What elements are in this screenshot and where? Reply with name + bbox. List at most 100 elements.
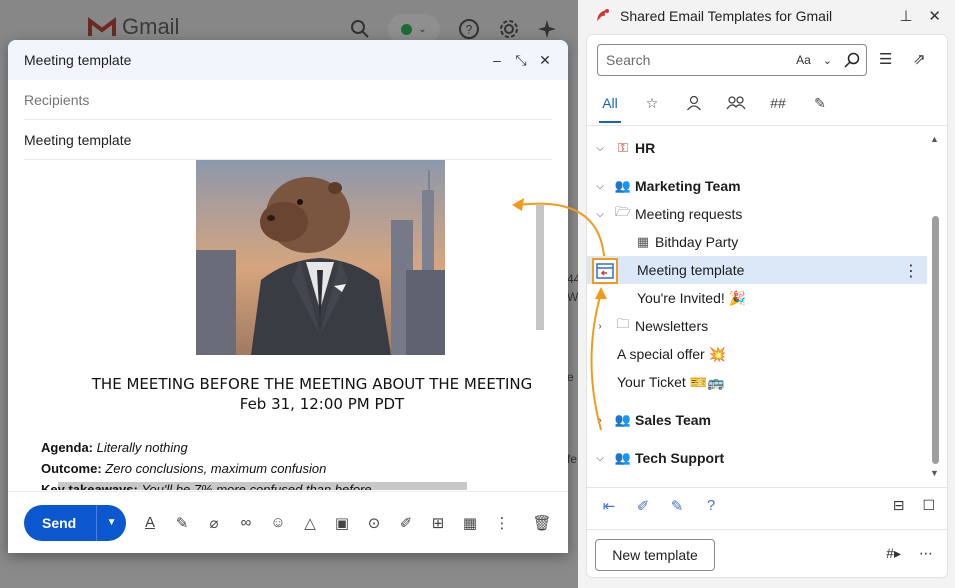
more-options-icon[interactable]: ⋮ — [903, 261, 919, 281]
more-options-icon[interactable]: ⋯ — [919, 545, 933, 562]
minimize-icon[interactable]: – — [490, 52, 504, 68]
extension-logo-icon — [597, 9, 609, 21]
exit-fullscreen-icon[interactable]: ⤡ — [514, 52, 528, 69]
templates-card: Aa ⌄ ☰ ⇗ All ☆ ## ✎ ⌵ ⚿ HR ⌵ — [586, 34, 948, 578]
split-view-icon[interactable]: ⊟ — [893, 497, 905, 514]
agenda-value: Literally nothing — [96, 440, 188, 455]
single-view-icon[interactable]: ☐ — [922, 497, 935, 514]
tree-folder-hr[interactable]: ⌵ ⚿ HR — [587, 134, 927, 162]
emoji-icon[interactable]: ☺ — [268, 513, 288, 533]
takeaways-line: Key takeaways: You'll be 7% more confuse… — [41, 482, 467, 490]
group-icon: 👥 — [614, 412, 632, 427]
tree-folder-meeting-requests[interactable]: ⌵ 🗁 Meeting requests — [587, 200, 927, 228]
chevron-down-icon[interactable]: ⌵ — [593, 453, 607, 464]
gmail-logo[interactable]: Gmail — [88, 14, 179, 40]
discard-icon[interactable]: 🗑 — [532, 513, 552, 533]
chevron-right-icon[interactable]: › — [593, 321, 607, 332]
match-case-toggle[interactable]: Aa — [796, 53, 811, 67]
tree-item-label: A special offer 💥 — [617, 345, 727, 362]
drive-icon[interactable]: △ — [300, 513, 320, 533]
divider — [587, 125, 947, 126]
chevron-down-icon[interactable]: ⌵ — [593, 143, 607, 154]
hashtag-icon[interactable]: ## — [767, 89, 789, 117]
photo-icon[interactable]: ▣ — [332, 513, 352, 533]
panel-header: Shared Email Templates for Gmail ⊥ ✕ — [578, 0, 955, 32]
tree-item-label: You're Invited! 🎉 — [637, 289, 747, 306]
close-icon[interactable]: ✕ — [538, 52, 552, 69]
drag-insert-icon[interactable] — [592, 258, 618, 284]
lock-clock-icon[interactable]: ⊙ — [364, 513, 384, 533]
compose-header[interactable]: Meeting template – ⤡ ✕ — [8, 40, 568, 80]
group-icon[interactable] — [725, 89, 747, 117]
edit-icon[interactable]: ✎ — [809, 89, 831, 117]
attach-icon[interactable]: ⌀ — [204, 513, 224, 533]
chevron-right-icon[interactable]: › — [593, 415, 607, 426]
gear-icon[interactable] — [498, 18, 520, 40]
tree-item-label: Sales Team — [635, 412, 712, 428]
tree-folder-newsletters[interactable]: › 🗀 Newsletters — [587, 312, 927, 340]
background-text-fragment: fe — [567, 452, 578, 466]
open-external-icon[interactable]: ⇗ — [913, 50, 926, 68]
search-icon[interactable] — [844, 52, 860, 68]
background-text-fragment: W — [567, 290, 579, 304]
scroll-up-icon[interactable]: ▲ — [930, 134, 939, 144]
help-icon[interactable]: ? — [703, 497, 719, 515]
signature-icon[interactable]: ✐ — [396, 513, 416, 533]
tree-template-your-ticket[interactable]: Your Ticket 🎫🚌 — [587, 368, 927, 396]
body-scrollbar[interactable] — [536, 205, 544, 330]
compose-title: Meeting template — [24, 52, 132, 68]
svg-text:?: ? — [466, 23, 473, 37]
close-icon[interactable]: ✕ — [928, 7, 941, 25]
scroll-down-icon[interactable]: ▼ — [930, 468, 939, 478]
send-button[interactable]: Send ▼ — [24, 504, 126, 541]
tree-item-label: Meeting template — [637, 262, 745, 278]
person-icon[interactable] — [683, 89, 705, 117]
tree-folder-marketing-team[interactable]: ⌵ 👥 Marketing Team — [587, 172, 927, 200]
tab-all[interactable]: All — [599, 89, 621, 123]
pin-icon[interactable]: ⊥ — [899, 7, 912, 25]
search-icon[interactable] — [350, 19, 370, 39]
checklist-icon[interactable]: ☰ — [879, 50, 892, 68]
tree-item-label: Bithday Party — [655, 234, 739, 250]
link-icon[interactable]: ∞ — [236, 513, 256, 533]
calendar-icon[interactable]: ▦ — [460, 513, 480, 533]
star-icon[interactable]: ☆ — [641, 89, 663, 117]
chevron-down-icon[interactable]: ⌄ — [823, 54, 832, 67]
tree-template-youre-invited[interactable]: You're Invited! 🎉 — [587, 284, 927, 312]
chevron-down-icon[interactable]: ⌵ — [593, 209, 607, 220]
tree-template-special-offer[interactable]: A special offer 💥 — [587, 340, 927, 368]
recipients-field[interactable]: Recipients — [24, 80, 552, 120]
more-options-icon[interactable]: ⋮ — [492, 513, 512, 533]
tree-folder-sales-team[interactable]: › 👥 Sales Team — [587, 406, 927, 434]
subject-field[interactable]: Meeting template — [24, 120, 552, 160]
meeting-date: Feb 31, 12:00 PM PDT — [239, 395, 405, 413]
compose-window: Meeting template – ⤡ ✕ Recipients Meetin… — [8, 40, 568, 553]
sparkle-icon[interactable] — [538, 20, 556, 38]
message-body[interactable]: THE MEETING BEFORE THE MEETING ABOUT THE… — [24, 160, 552, 490]
insert-template-icon[interactable]: ⇤ — [601, 497, 617, 515]
share-icon[interactable]: ✐ — [635, 497, 651, 515]
chevron-down-icon: ⌄ — [418, 23, 427, 35]
edit-template-icon[interactable]: ✎ — [669, 497, 685, 515]
new-template-button[interactable]: New template — [595, 539, 715, 571]
scrollbar-thumb[interactable] — [932, 216, 939, 464]
hashtag-run-icon[interactable]: #▸ — [886, 545, 901, 562]
tree-template-bithday-party[interactable]: ▦ Bithday Party — [587, 228, 927, 256]
layout-icon[interactable]: ⊞ — [428, 513, 448, 533]
footer-actions: #▸ ⋯ — [886, 545, 933, 562]
outcome-label: Outcome: — [41, 461, 102, 476]
text-format-icon[interactable]: A — [140, 513, 160, 533]
folder-open-icon: 🗁 — [614, 204, 632, 219]
search-box: Aa ⌄ — [597, 44, 867, 76]
tree-scrollbar[interactable]: ▲ ▼ — [929, 134, 941, 478]
extension-panel: Shared Email Templates for Gmail ⊥ ✕ Aa … — [578, 0, 955, 588]
send-options-icon[interactable]: ▼ — [97, 517, 126, 528]
search-input[interactable] — [606, 52, 797, 68]
tree-template-meeting-template[interactable]: Meeting template ⋮ — [587, 256, 927, 284]
help-icon[interactable]: ? — [458, 18, 480, 40]
chevron-down-icon[interactable]: ⌵ — [593, 181, 607, 192]
magic-write-icon[interactable]: ✎ — [172, 513, 192, 533]
compose-toolbar: Send ▼ A ✎ ⌀ ∞ ☺ △ ▣ ⊙ ✐ ⊞ ▦ ⋮ 🗑 — [8, 491, 568, 553]
tree-item-label: Your Ticket 🎫🚌 — [617, 373, 725, 390]
tree-folder-tech-support[interactable]: ⌵ 👥 Tech Support — [587, 444, 927, 472]
